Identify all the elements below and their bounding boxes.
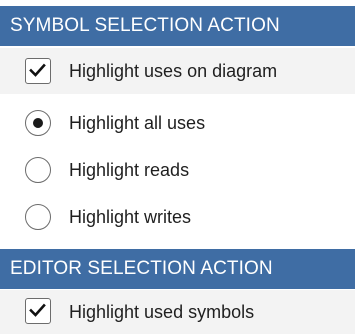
option-highlight-all-uses[interactable]: Highlight all uses [0, 100, 355, 146]
option-label: Highlight uses on diagram [69, 60, 278, 81]
option-label: Highlight used symbols [69, 301, 255, 322]
option-label: Highlight all uses [69, 112, 206, 133]
highlight-reads-radio[interactable] [25, 157, 51, 183]
highlight-used-symbols-checkbox[interactable] [25, 298, 51, 324]
highlight-writes-radio[interactable] [25, 204, 51, 230]
radio-selected-dot-icon [32, 117, 43, 128]
option-highlight-reads[interactable]: Highlight reads [0, 147, 355, 193]
highlight-uses-on-diagram-checkbox[interactable] [25, 58, 51, 84]
option-highlight-writes[interactable]: Highlight writes [0, 194, 355, 240]
checkmark-icon [29, 63, 46, 77]
option-highlight-uses-on-diagram[interactable]: Highlight uses on diagram [0, 48, 355, 94]
selection-settings-panel: SYMBOL SELECTION ACTION Highlight uses o… [0, 0, 355, 334]
section-header-editor-selection: EDITOR SELECTION ACTION [0, 249, 355, 289]
option-highlight-used-symbols[interactable]: Highlight used symbols [0, 290, 355, 334]
highlight-all-uses-radio[interactable] [25, 110, 51, 136]
section-header-symbol-selection: SYMBOL SELECTION ACTION [0, 6, 355, 46]
option-label: Highlight reads [69, 159, 190, 180]
checkmark-icon [29, 303, 46, 317]
option-label: Highlight writes [69, 206, 192, 227]
